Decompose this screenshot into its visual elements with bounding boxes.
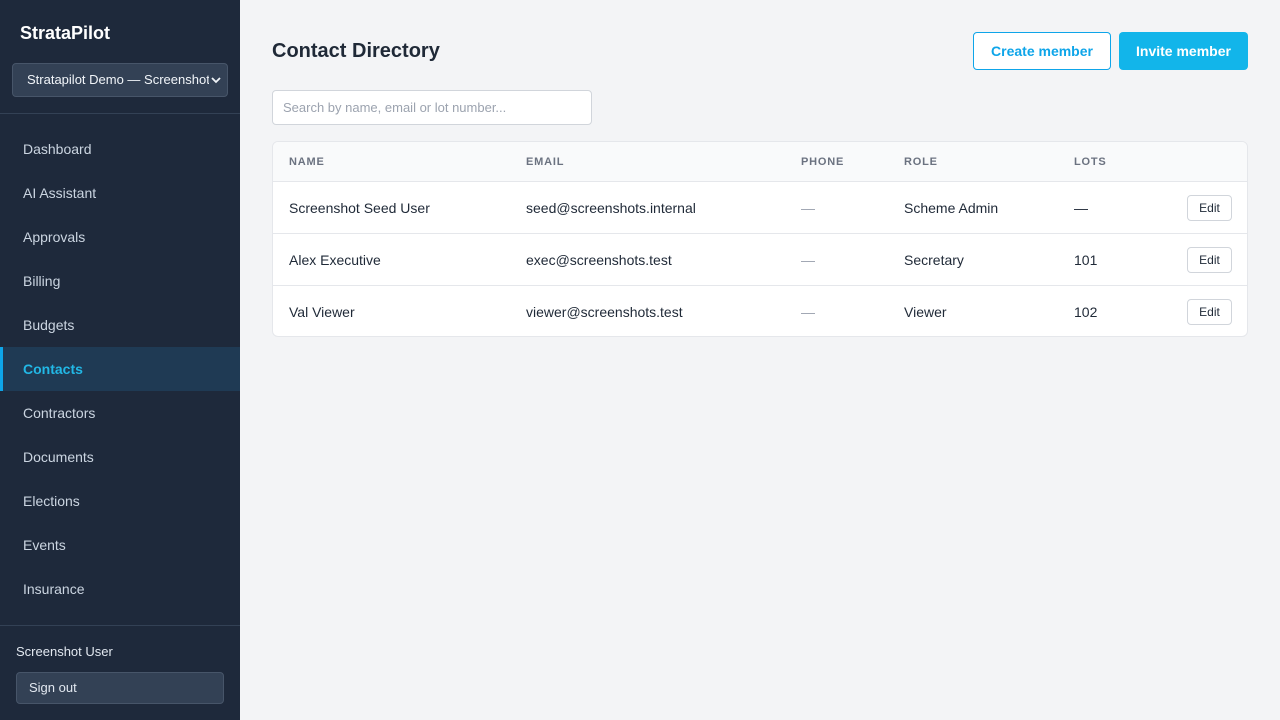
cell-email: viewer@screenshots.test [526, 304, 683, 320]
table-header: NAME EMAIL PHONE ROLE LOTS [273, 142, 1247, 182]
sidebar-item-label: AI Assistant [23, 185, 97, 201]
sidebar-item-label: Approvals [23, 229, 86, 245]
sidebar-item-label: Elections [23, 493, 80, 509]
invite-member-button[interactable]: Invite member [1119, 32, 1248, 70]
create-member-button[interactable]: Create member [973, 32, 1111, 70]
cell-role: Scheme Admin [904, 200, 999, 216]
sidebar-item-label: Contacts [23, 361, 83, 377]
sidebar-item-label: Insurance [23, 581, 85, 597]
column-header-name[interactable]: NAME [289, 142, 325, 182]
cell-name: Alex Executive [289, 252, 381, 268]
cell-phone: — [801, 304, 815, 320]
page-title: Contact Directory [272, 40, 440, 62]
table-row: Alex Executive exec@screenshots.test — S… [273, 234, 1247, 286]
cell-email: seed@screenshots.internal [526, 200, 696, 216]
sidebar-item-events[interactable]: Events [0, 523, 240, 567]
sidebar: StrataPilot Stratapilot Demo — Screensho… [0, 0, 240, 720]
column-header-lots[interactable]: LOTS [1074, 142, 1107, 182]
sidebar-nav: Dashboard AI Assistant Approvals Billing… [0, 127, 240, 611]
sidebar-item-billing[interactable]: Billing [0, 259, 240, 303]
cell-name: Screenshot Seed User [289, 200, 430, 216]
contacts-table: NAME EMAIL PHONE ROLE LOTS Screenshot Se… [272, 141, 1248, 337]
edit-button[interactable]: Edit [1187, 299, 1232, 325]
sidebar-item-label: Budgets [23, 317, 75, 333]
brand-logo: StrataPilot [20, 23, 111, 43]
table-row: Val Viewer viewer@screenshots.test — Vie… [273, 286, 1247, 336]
cell-lots: — [1074, 200, 1088, 216]
sidebar-item-approvals[interactable]: Approvals [0, 215, 240, 259]
scheme-select[interactable]: Stratapilot Demo — Screenshot [12, 63, 228, 97]
sidebar-item-label: Events [23, 537, 66, 553]
edit-button[interactable]: Edit [1187, 247, 1232, 273]
sidebar-item-contractors[interactable]: Contractors [0, 391, 240, 435]
column-header-role[interactable]: ROLE [904, 142, 938, 182]
sidebar-item-ai-assistant[interactable]: AI Assistant [0, 171, 240, 215]
sidebar-item-elections[interactable]: Elections [0, 479, 240, 523]
sidebar-item-label: Documents [23, 449, 94, 465]
sidebar-item-documents[interactable]: Documents [0, 435, 240, 479]
sidebar-item-dashboard[interactable]: Dashboard [0, 127, 240, 171]
sidebar-item-label: Contractors [23, 405, 96, 421]
chevron-down-icon [209, 64, 223, 96]
cell-phone: — [801, 200, 815, 216]
sidebar-item-contacts[interactable]: Contacts [0, 347, 240, 391]
current-user-name: Screenshot User [16, 644, 113, 659]
table-row: Screenshot Seed User seed@screenshots.in… [273, 182, 1247, 234]
search-input[interactable] [272, 90, 592, 125]
cell-phone: — [801, 252, 815, 268]
sidebar-item-insurance[interactable]: Insurance [0, 567, 240, 611]
column-header-phone[interactable]: PHONE [801, 142, 844, 182]
cell-role: Viewer [904, 304, 947, 320]
cell-email: exec@screenshots.test [526, 252, 672, 268]
column-header-email[interactable]: EMAIL [526, 142, 564, 182]
sidebar-divider [0, 625, 240, 626]
sidebar-item-label: Dashboard [23, 141, 92, 157]
cell-name: Val Viewer [289, 304, 355, 320]
cell-role: Secretary [904, 252, 964, 268]
cell-lots: 101 [1074, 252, 1098, 268]
sign-out-button[interactable]: Sign out [16, 672, 224, 704]
cell-lots: 102 [1074, 304, 1098, 320]
edit-button[interactable]: Edit [1187, 195, 1232, 221]
scheme-select-value: Stratapilot Demo — Screenshot [27, 72, 210, 87]
sidebar-item-label: Billing [23, 273, 61, 289]
sidebar-item-budgets[interactable]: Budgets [0, 303, 240, 347]
sidebar-divider [0, 113, 240, 114]
